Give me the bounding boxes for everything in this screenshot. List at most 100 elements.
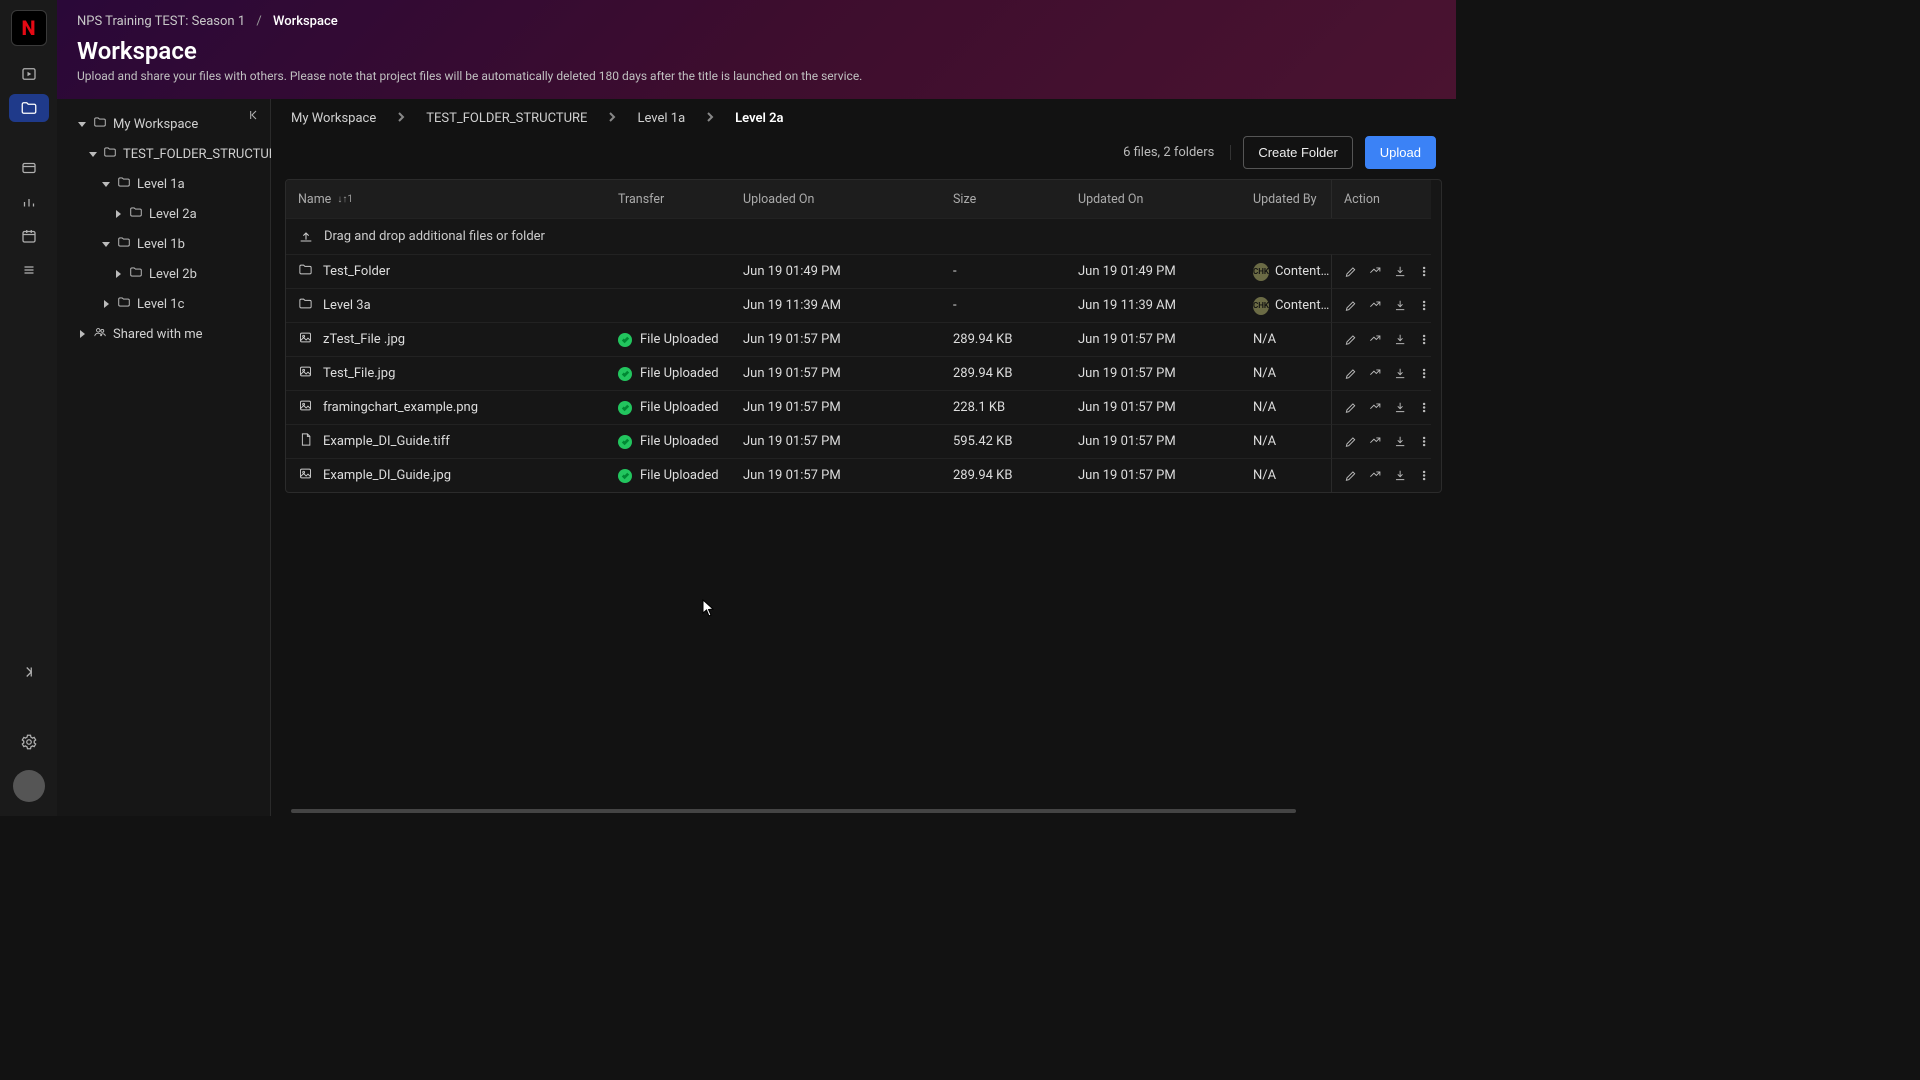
- rail-item-chart[interactable]: [9, 188, 49, 216]
- cell-updated-by: N/A: [1241, 458, 1331, 492]
- caret-right-icon[interactable]: [77, 330, 87, 338]
- cell-updated-by: CHKContent Hub Kar: [1241, 288, 1331, 322]
- more-icon[interactable]: [1417, 332, 1431, 347]
- cell-name[interactable]: framingchart_example.png: [286, 390, 606, 424]
- download-icon[interactable]: [1393, 264, 1407, 279]
- drop-zone[interactable]: Drag and drop additional files or folder: [286, 218, 1431, 254]
- caret-right-icon[interactable]: [113, 210, 123, 218]
- more-icon[interactable]: [1417, 264, 1431, 279]
- edit-icon[interactable]: [1344, 434, 1358, 449]
- user-avatar[interactable]: [13, 770, 45, 802]
- rail-item-calendar[interactable]: [9, 222, 49, 250]
- caret-down-icon[interactable]: [89, 150, 97, 158]
- share-icon[interactable]: [1368, 468, 1382, 483]
- share-icon[interactable]: [1368, 366, 1382, 381]
- caret-right-icon[interactable]: [101, 300, 111, 308]
- tree-node-level-1c[interactable]: Level 1c: [57, 289, 270, 319]
- download-icon[interactable]: [1393, 366, 1407, 381]
- tree-node-level-1a[interactable]: Level 1a: [57, 169, 270, 199]
- col-updated-by[interactable]: Updated By: [1241, 180, 1331, 218]
- avatar-chip: CHK: [1253, 263, 1269, 281]
- folder-icon: [129, 205, 143, 223]
- download-icon[interactable]: [1393, 332, 1407, 347]
- caret-right-icon[interactable]: [113, 270, 123, 278]
- tree-node-my-workspace[interactable]: My Workspace: [57, 109, 270, 139]
- cell-name[interactable]: Example_DI_Guide.jpg: [286, 458, 606, 492]
- tree-node-level-2a[interactable]: Level 2a: [57, 199, 270, 229]
- horizontal-scrollbar[interactable]: [291, 809, 1296, 813]
- cell-updated-on: Jun 19 01:57 PM: [1066, 424, 1241, 458]
- edit-icon[interactable]: [1344, 332, 1358, 347]
- download-icon[interactable]: [1393, 298, 1407, 313]
- cell-action: [1331, 458, 1431, 492]
- cell-action: [1331, 424, 1431, 458]
- tree-node-level-1b[interactable]: Level 1b: [57, 229, 270, 259]
- caret-down-icon[interactable]: [77, 120, 87, 128]
- cell-name[interactable]: zTest_File .jpg: [286, 322, 606, 356]
- crumb-my-workspace[interactable]: My Workspace: [291, 111, 376, 126]
- tree-label: Level 1a: [137, 177, 185, 192]
- edit-icon[interactable]: [1344, 468, 1358, 483]
- toolbar: 6 files, 2 folders Create Folder Upload: [271, 136, 1456, 179]
- share-icon[interactable]: [1368, 434, 1382, 449]
- tree-label: Level 2a: [149, 207, 197, 222]
- settings-icon[interactable]: [9, 728, 49, 756]
- crumb-current: Workspace: [273, 14, 338, 29]
- share-icon[interactable]: [1368, 332, 1382, 347]
- col-size[interactable]: Size: [941, 180, 1066, 218]
- share-icon[interactable]: [1368, 400, 1382, 415]
- sort-indicator: ↓↑1: [337, 194, 353, 205]
- caret-down-icon[interactable]: [101, 180, 111, 188]
- download-icon[interactable]: [1393, 400, 1407, 415]
- more-icon[interactable]: [1417, 298, 1431, 313]
- app-logo[interactable]: N: [11, 10, 47, 46]
- success-icon: [618, 469, 632, 483]
- nav-rail: N: [0, 0, 57, 816]
- edit-icon[interactable]: [1344, 366, 1358, 381]
- create-folder-button[interactable]: Create Folder: [1243, 136, 1352, 169]
- rail-item-expand[interactable]: [9, 658, 49, 686]
- cell-name[interactable]: Test_File.jpg: [286, 356, 606, 390]
- folder-icon: [129, 265, 143, 283]
- mouse-cursor: [702, 599, 716, 617]
- cell-name[interactable]: Test_Folder: [286, 254, 606, 288]
- rail-item-play[interactable]: [9, 60, 49, 88]
- edit-icon[interactable]: [1344, 400, 1358, 415]
- share-icon[interactable]: [1368, 298, 1382, 313]
- col-transfer[interactable]: Transfer: [606, 180, 731, 218]
- share-icon[interactable]: [1368, 264, 1382, 279]
- tree-node-shared[interactable]: Shared with me: [57, 319, 270, 349]
- cell-size: 289.94 KB: [941, 322, 1066, 356]
- download-icon[interactable]: [1393, 468, 1407, 483]
- crumb-project[interactable]: NPS Training TEST: Season 1: [77, 14, 245, 29]
- col-name[interactable]: Name ↓↑1: [286, 180, 606, 218]
- caret-down-icon[interactable]: [101, 240, 111, 248]
- page-title: Workspace: [77, 37, 1436, 65]
- cell-updated-on: Jun 19 01:57 PM: [1066, 322, 1241, 356]
- crumb-level-1a[interactable]: Level 1a: [637, 111, 685, 126]
- page-header: NPS Training TEST: Season 1 / Workspace …: [57, 0, 1456, 99]
- crumb-test-folder-structure[interactable]: TEST_FOLDER_STRUCTURE: [426, 111, 587, 126]
- more-icon[interactable]: [1417, 434, 1431, 449]
- tree-node-test-folder-structure[interactable]: TEST_FOLDER_STRUCTURE: [57, 139, 270, 169]
- image-icon: [298, 364, 323, 383]
- col-uploaded-on[interactable]: Uploaded On: [731, 180, 941, 218]
- collapse-panel-icon[interactable]: [246, 107, 262, 127]
- download-icon[interactable]: [1393, 434, 1407, 449]
- table-breadcrumb: My Workspace TEST_FOLDER_STRUCTURE Level…: [271, 99, 1456, 136]
- upload-button[interactable]: Upload: [1365, 136, 1436, 169]
- more-icon[interactable]: [1417, 366, 1431, 381]
- tree-node-level-2b[interactable]: Level 2b: [57, 259, 270, 289]
- rail-item-folder[interactable]: [9, 94, 49, 122]
- more-icon[interactable]: [1417, 468, 1431, 483]
- col-updated-on[interactable]: Updated On: [1066, 180, 1241, 218]
- edit-icon[interactable]: [1344, 264, 1358, 279]
- rail-item-card[interactable]: [9, 154, 49, 182]
- rail-item-list[interactable]: [9, 256, 49, 284]
- more-icon[interactable]: [1417, 400, 1431, 415]
- image-icon: [298, 398, 323, 417]
- edit-icon[interactable]: [1344, 298, 1358, 313]
- cell-name[interactable]: Level 3a: [286, 288, 606, 322]
- cell-action: [1331, 288, 1431, 322]
- cell-name[interactable]: Example_DI_Guide.tiff: [286, 424, 606, 458]
